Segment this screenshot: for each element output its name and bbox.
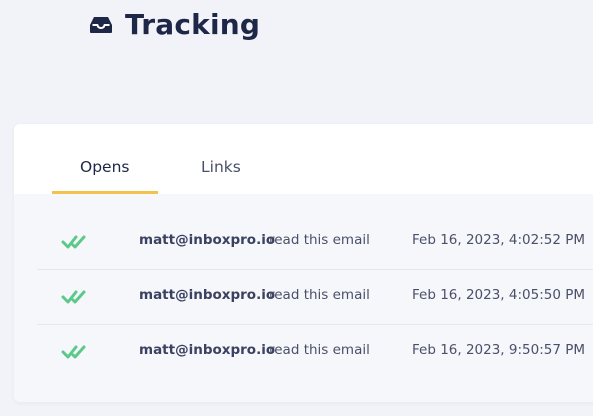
event-timestamp: Feb 16, 2023, 4:05:50 PM [412,287,586,303]
tab-opens[interactable]: Opens [80,158,129,176]
page-header: Tracking [89,8,260,41]
open-event-row: matt@inboxpro.io read this email Feb 16,… [37,325,593,379]
double-check-icon [61,234,93,250]
event-timestamp: Feb 16, 2023, 4:02:52 PM [412,232,586,248]
tracking-card: Opens Links matt@inboxpro.io read this e… [14,124,593,402]
double-check-icon [61,344,93,360]
double-check-icon [61,289,93,305]
reader-email: matt@inboxpro.io [139,342,276,358]
event-action: read this email [269,342,370,358]
tab-bar: Opens Links [14,124,593,194]
reader-email: matt@inboxpro.io [139,232,276,248]
event-action: read this email [269,287,370,303]
event-timestamp: Feb 16, 2023, 9:50:57 PM [412,342,586,358]
page-title: Tracking [125,8,261,41]
reader-email: matt@inboxpro.io [139,287,276,303]
open-event-row: matt@inboxpro.io read this email Feb 16,… [37,215,593,270]
tab-links[interactable]: Links [201,158,241,176]
opens-list: matt@inboxpro.io read this email Feb 16,… [14,194,593,402]
open-event-row: matt@inboxpro.io read this email Feb 16,… [37,270,593,325]
event-action: read this email [269,232,370,248]
inbox-tray-icon [89,16,113,34]
